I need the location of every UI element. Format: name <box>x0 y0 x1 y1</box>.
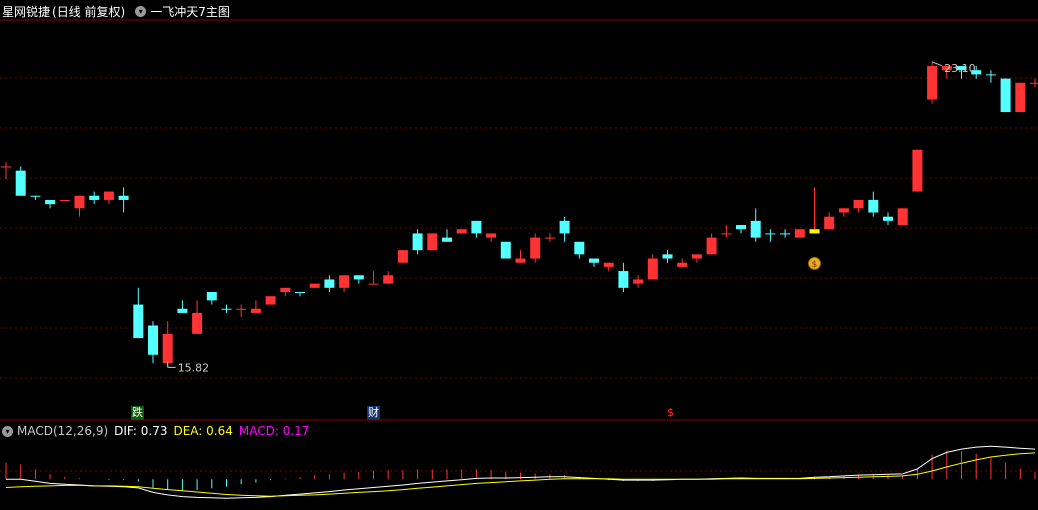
candle-body-60 <box>883 216 893 221</box>
min-price-label: 15.82 <box>178 361 210 374</box>
candle-body-1 <box>15 170 26 196</box>
candle-body-59 <box>868 199 879 213</box>
candle-body-68 <box>1000 78 1011 113</box>
candle-body-44 <box>647 258 658 280</box>
max-pointer <box>931 61 943 67</box>
candle-body-10 <box>148 325 158 355</box>
candle-body-32 <box>471 220 482 234</box>
candle-body-20 <box>295 292 305 294</box>
candle-body-29 <box>427 233 438 251</box>
candle-body-62 <box>912 149 923 192</box>
candle-body-37 <box>544 237 555 239</box>
candle-body-6 <box>89 195 100 200</box>
candle-body-55 <box>809 229 820 234</box>
candle-body-14 <box>206 292 217 301</box>
candle-body-13 <box>192 312 203 334</box>
candle-body-56 <box>824 216 835 230</box>
candle-body-38 <box>559 220 570 234</box>
macd-line-dif <box>6 445 1036 499</box>
candle-body-0 <box>1 166 11 168</box>
candle-body-25 <box>368 283 379 285</box>
candle-body-2 <box>30 195 41 197</box>
event-tags: 跌 财 $ <box>0 406 1038 422</box>
candle-body-36 <box>530 237 541 259</box>
event-down-tag[interactable]: 跌 <box>131 406 144 420</box>
candle-body-48 <box>706 237 717 255</box>
candle-body-19 <box>280 287 291 293</box>
indicator-menu-icon[interactable]: ▾ <box>135 5 147 17</box>
candle-body-26 <box>383 275 394 284</box>
candle-body-57 <box>838 208 849 213</box>
candle-body-40 <box>589 258 599 263</box>
macd-dif-value: DIF: 0.73 <box>114 424 168 438</box>
indicator-name[interactable]: 一飞冲天7主图 <box>150 3 230 20</box>
candle-body-23 <box>339 275 350 288</box>
stock-name: 星网锐捷 <box>2 4 51 19</box>
candle-body-21 <box>309 283 320 288</box>
macd-macd-value: MACD: 0.17 <box>238 424 310 438</box>
macd-header: ▾ MACD(12,26,9) DIF: 0.73 DEA: 0.64 MACD… <box>2 422 315 440</box>
event-finance-tag[interactable]: 财 <box>367 406 380 420</box>
macd-menu-icon[interactable]: ▾ <box>2 425 13 437</box>
candle-body-5 <box>74 195 85 209</box>
adjust-mode: (日线 前复权) <box>52 4 126 19</box>
candle-body-61 <box>897 208 908 226</box>
macd-name[interactable]: MACD(12,26,9) <box>17 424 108 438</box>
max-price-label: 23.10 <box>944 62 976 75</box>
money-bag-icon-glyph: $ <box>812 260 818 270</box>
candle-body-63 <box>927 66 938 100</box>
candle-body-67 <box>985 74 996 76</box>
candle-body-7 <box>103 191 114 200</box>
candle-body-31 <box>456 229 467 234</box>
macd-dea-value: DEA: 0.64 <box>173 424 233 438</box>
candle-body-9 <box>133 304 144 339</box>
candle-body-47 <box>691 254 702 259</box>
candle-body-50 <box>736 225 746 230</box>
candle-body-35 <box>515 258 526 263</box>
candle-body-52 <box>765 233 776 235</box>
candle-body-43 <box>633 279 644 284</box>
candle-body-15 <box>221 308 232 310</box>
candle-body-3 <box>45 199 56 205</box>
candle-body-12 <box>177 308 188 313</box>
candle-body-58 <box>853 199 864 209</box>
candle-body-53 <box>780 233 791 235</box>
candle-body-34 <box>500 241 511 259</box>
candle-body-51 <box>750 220 761 238</box>
candle-body-41 <box>603 262 614 267</box>
candle-body-49 <box>721 233 732 235</box>
candle-body-17 <box>250 308 261 313</box>
candle-body-46 <box>677 262 688 267</box>
candle-body-45 <box>662 254 673 259</box>
candle-body-70 <box>1030 82 1038 84</box>
candle-body-16 <box>236 308 247 310</box>
candle-body-4 <box>59 199 70 201</box>
event-dollar-tag[interactable]: $ <box>666 406 675 420</box>
candle-body-28 <box>412 233 423 251</box>
candle-body-8 <box>118 195 129 200</box>
main-header: 星网锐捷 (日线 前复权) ▾ 一飞冲天7主图 <box>2 2 236 20</box>
candle-body-54 <box>794 229 805 238</box>
candle-body-30 <box>442 237 452 242</box>
candle-body-39 <box>574 241 585 255</box>
candle-body-27 <box>397 250 408 263</box>
candle-body-24 <box>353 275 364 280</box>
candle-body-18 <box>265 296 276 305</box>
candle-body-22 <box>324 279 335 288</box>
candle-body-42 <box>618 271 629 288</box>
candle-body-69 <box>1015 82 1026 113</box>
candle-body-11 <box>162 333 173 364</box>
candle-body-33 <box>486 233 497 238</box>
